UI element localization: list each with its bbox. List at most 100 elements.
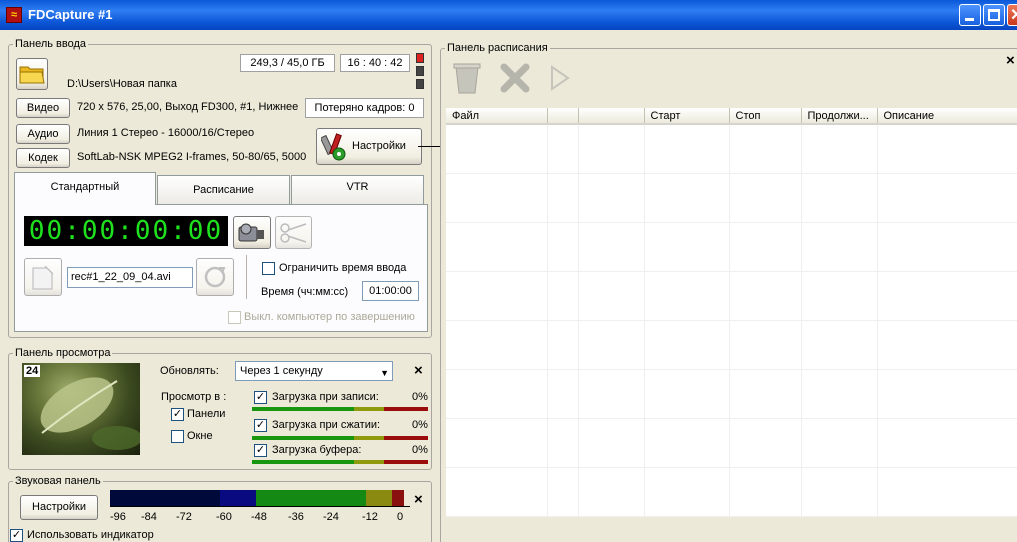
column-file[interactable]: Файл [446,108,548,125]
schedule-close-button[interactable]: × [1006,52,1015,69]
audio-panel-legend: Звуковая панель [15,475,101,487]
table-row[interactable] [446,320,1017,370]
schedule-header-row: Файл Старт Стоп Продолжи... Описание [446,108,1017,125]
video-preview: 24 [22,363,140,455]
app-icon: ≈ [6,7,22,23]
audio-scale-2: -72 [176,511,192,523]
timecode-display: 00:00:00:00 [24,216,228,246]
load-record-meter-red [384,407,428,411]
table-row[interactable] [446,369,1017,419]
tab-schedule[interactable]: Расписание [157,175,290,204]
table-row[interactable] [446,418,1017,468]
use-indicator-label: Использовать индикатор [27,529,154,541]
delete-bin-button[interactable] [448,59,486,97]
audio-scale-6: -24 [323,511,339,523]
delete-item-button[interactable] [496,59,534,97]
cut-button[interactable] [275,216,312,249]
codec-button[interactable]: Кодек [16,148,70,168]
x-delete-icon [500,63,530,93]
limit-time-checkbox[interactable] [262,262,275,275]
column-blank-2[interactable] [578,108,645,125]
use-indicator-checkbox[interactable]: ✓ [10,529,23,542]
table-row[interactable] [446,271,1017,321]
preview-panels-checkbox[interactable]: ✓ [171,408,184,421]
file-select-button[interactable] [24,258,62,296]
load-compress-value: 0% [412,419,428,431]
load-buffer-value: 0% [412,444,428,456]
load-compress-checkbox[interactable]: ✓ [254,419,267,432]
close-window-button[interactable]: ✕ [1007,4,1017,26]
preview-window-checkbox[interactable] [171,430,184,443]
column-stop[interactable]: Стоп [729,108,802,125]
preview-in-label: Просмотр в : [161,391,227,403]
load-buffer-checkbox[interactable]: ✓ [254,444,267,457]
audio-scale-7: -12 [362,511,378,523]
audio-level-meter [110,490,404,506]
play-button[interactable] [540,59,578,97]
video-format: 720 x 576, 25,00, Выход FD300, #1, Нижне… [77,101,299,113]
time-input[interactable]: 01:00:00 [362,281,419,301]
video-button[interactable]: Видео [16,98,70,118]
folder-path: D:\Users\Новая папка [67,78,177,90]
audio-scale-5: -36 [288,511,304,523]
column-description[interactable]: Описание [877,108,1017,125]
folder-icon [19,66,45,84]
schedule-panel-legend: Панель расписания [447,42,548,54]
table-row[interactable] [446,222,1017,272]
load-record-checkbox[interactable]: ✓ [254,391,267,404]
table-row[interactable] [446,467,1017,517]
codec-format: SoftLab-NSK MPEG2 I-frames, 50-80/65, 50… [77,151,307,163]
audio-button[interactable]: Аудио [16,124,70,144]
file-icon [32,265,54,290]
load-buffer-meter-yellow [354,460,384,464]
clock-display: 16 : 40 : 42 [340,54,410,72]
load-record-value: 0% [412,391,428,403]
load-compress-meter-yellow [354,436,384,440]
open-folder-button[interactable] [16,58,48,90]
update-interval-select[interactable]: Через 1 секунду ▼ [235,361,393,381]
load-record-meter-yellow [354,407,384,411]
input-panel-legend: Панель ввода [15,38,87,50]
load-compress-label: Загрузка при сжатии: [272,419,381,431]
preview-panel-legend: Панель просмотра [15,347,111,359]
window-title: FDCapture #1 [28,7,113,22]
frame-counter: 24 [24,365,41,377]
preview-window-label: Окне [187,430,213,442]
update-label: Обновлять: [160,365,219,377]
column-duration[interactable]: Продолжи... [801,108,878,125]
settings-tools-icon [321,133,346,161]
preview-close-button[interactable]: × [414,362,423,379]
column-start[interactable]: Старт [644,108,730,125]
load-compress-meter-green [252,436,354,440]
camera-button[interactable] [233,216,271,249]
file-action-button[interactable] [196,258,234,296]
load-buffer-label: Загрузка буфера: [272,444,362,456]
table-row[interactable] [446,124,1017,174]
minimize-button[interactable] [959,4,981,26]
maximize-button[interactable] [983,4,1005,26]
update-interval-value: Через 1 секунду [240,365,323,377]
shutdown-label: Выкл. компьютер по завершению [244,311,415,323]
table-row[interactable] [446,173,1017,223]
load-buffer-meter-green [252,460,354,464]
load-compress-meter-red [384,436,428,440]
audio-scale-0: -96 [110,511,126,523]
column-blank-1[interactable] [547,108,579,125]
settings-button[interactable]: Настройки [316,128,422,165]
audio-scale-3: -60 [216,511,232,523]
trash-icon [453,63,481,94]
filename-input[interactable]: rec#1_22_09_04.avi [67,267,193,288]
schedule-table[interactable]: Файл Старт Стоп Продолжи... Описание [446,108,1017,517]
status-indicator-icons [416,53,426,91]
video-camera-icon [238,223,264,242]
tab-vtr[interactable]: VTR [291,175,424,204]
tab-standard[interactable]: Стандартный [14,172,156,205]
limit-time-label: Ограничить время ввода [279,262,407,274]
chevron-down-icon[interactable]: ▼ [380,364,389,380]
shutdown-checkbox[interactable] [228,311,241,324]
time-label: Время (чч:мм:сс) [261,286,349,298]
lost-frames-display: Потеряно кадров: 0 [305,98,424,118]
audio-settings-button[interactable]: Настройки [20,495,98,520]
audio-close-button[interactable]: × [414,491,423,508]
title-bar[interactable]: ≈ FDCapture #1 ✕ [0,0,1017,30]
